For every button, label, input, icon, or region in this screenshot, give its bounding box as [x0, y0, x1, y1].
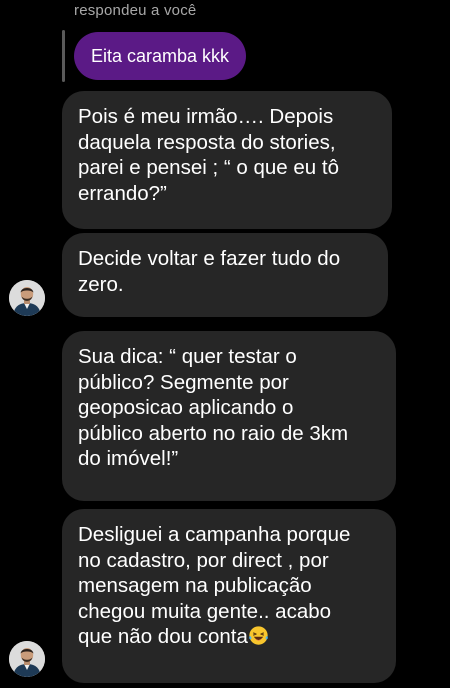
- laughing-tears-emoji-icon: [249, 626, 268, 645]
- sender-avatar[interactable]: [9, 641, 45, 677]
- message-bubble[interactable]: Sua dica: “ quer testar o público? Segme…: [62, 331, 396, 501]
- reply-header: respondeu a você: [74, 2, 197, 19]
- reply-indicator-bar: [62, 30, 65, 82]
- message-bubble[interactable]: Desliguei a campanha porque no cadastro,…: [62, 509, 396, 683]
- message-bubble[interactable]: Pois é meu irmão…. Depois daquela respos…: [62, 91, 392, 229]
- sender-avatar[interactable]: [9, 280, 45, 316]
- avatar-photo-icon: [9, 280, 45, 316]
- message-bubble[interactable]: Decide voltar e fazer tudo do zero.: [62, 233, 388, 317]
- message-text: Desliguei a campanha porque no cadastro,…: [78, 523, 351, 648]
- quoted-message-bubble[interactable]: Eita caramba kkk: [74, 32, 247, 80]
- avatar-photo-icon: [9, 641, 45, 677]
